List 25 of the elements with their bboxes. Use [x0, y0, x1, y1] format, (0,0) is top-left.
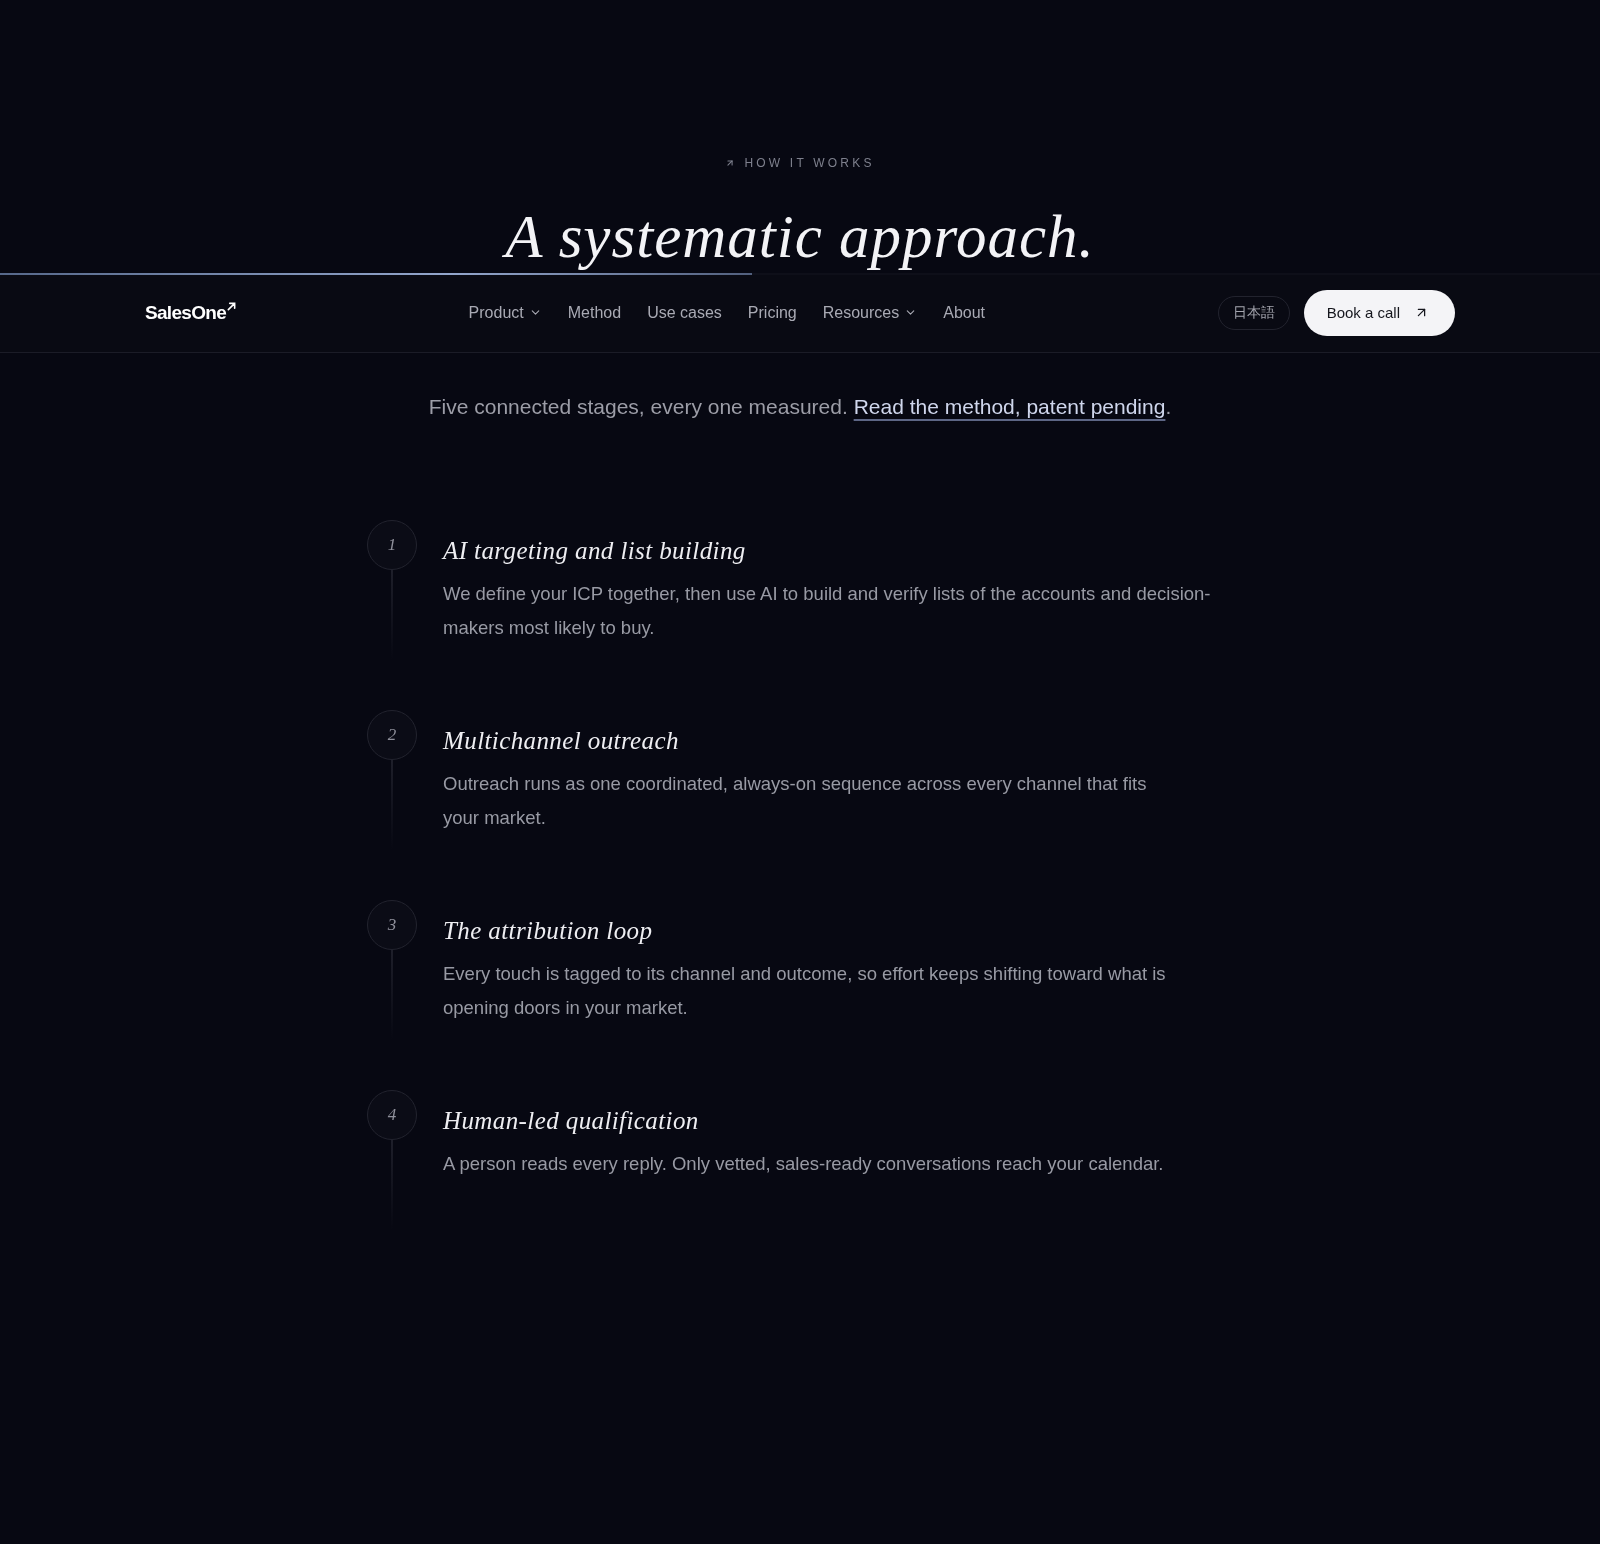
method-link[interactable]: Read the method, patent pending: [853, 395, 1166, 418]
step-description: We define your ICP together, then use AI to build and verify lists of the accounts and decision-makers most likely to buy.: [443, 582, 1212, 640]
nav-link[interactable]: About: [943, 302, 986, 323]
intro-text: Five connected stages, every one measured. Read the method, patent pending.: [428, 394, 1172, 420]
step-number: 4: [367, 1090, 417, 1140]
step-title: AI targeting and list building: [443, 536, 747, 566]
logo-link[interactable]: SalesOne: [145, 300, 236, 325]
step-description: Outreach runs as one coordinated, always-on sequence across every channel that fits your market.: [443, 772, 1148, 830]
book-call-button[interactable]: Book a call: [1303, 289, 1455, 336]
nav-link[interactable]: Method: [567, 302, 622, 323]
nav-link[interactable]: Product: [468, 302, 542, 323]
nav-link[interactable]: Use cases: [647, 302, 722, 323]
arrow-up-right-icon: [725, 158, 736, 168]
nav-link[interactable]: Resources: [822, 302, 918, 323]
step-description: Every touch is tagged to its channel and outcome, so effort keeps shifting toward what is opening doors in your market.: [443, 962, 1167, 1020]
arrow-up-right-icon: [227, 301, 236, 311]
step-number: 1: [367, 520, 417, 570]
step-number: 3: [367, 900, 417, 950]
step-description: A person reads every reply. Only vetted, sales-ready conversations reach your calendar.: [443, 1152, 1165, 1176]
step-title: Multichannel outreach: [443, 726, 680, 756]
step-title: The attribution loop: [443, 916, 654, 946]
step-number: 2: [367, 710, 417, 760]
nav-link[interactable]: Pricing: [747, 302, 797, 323]
section-eyebrow: HOW IT WORKS: [744, 155, 875, 171]
step-title: Human-led qualification: [443, 1106, 700, 1136]
